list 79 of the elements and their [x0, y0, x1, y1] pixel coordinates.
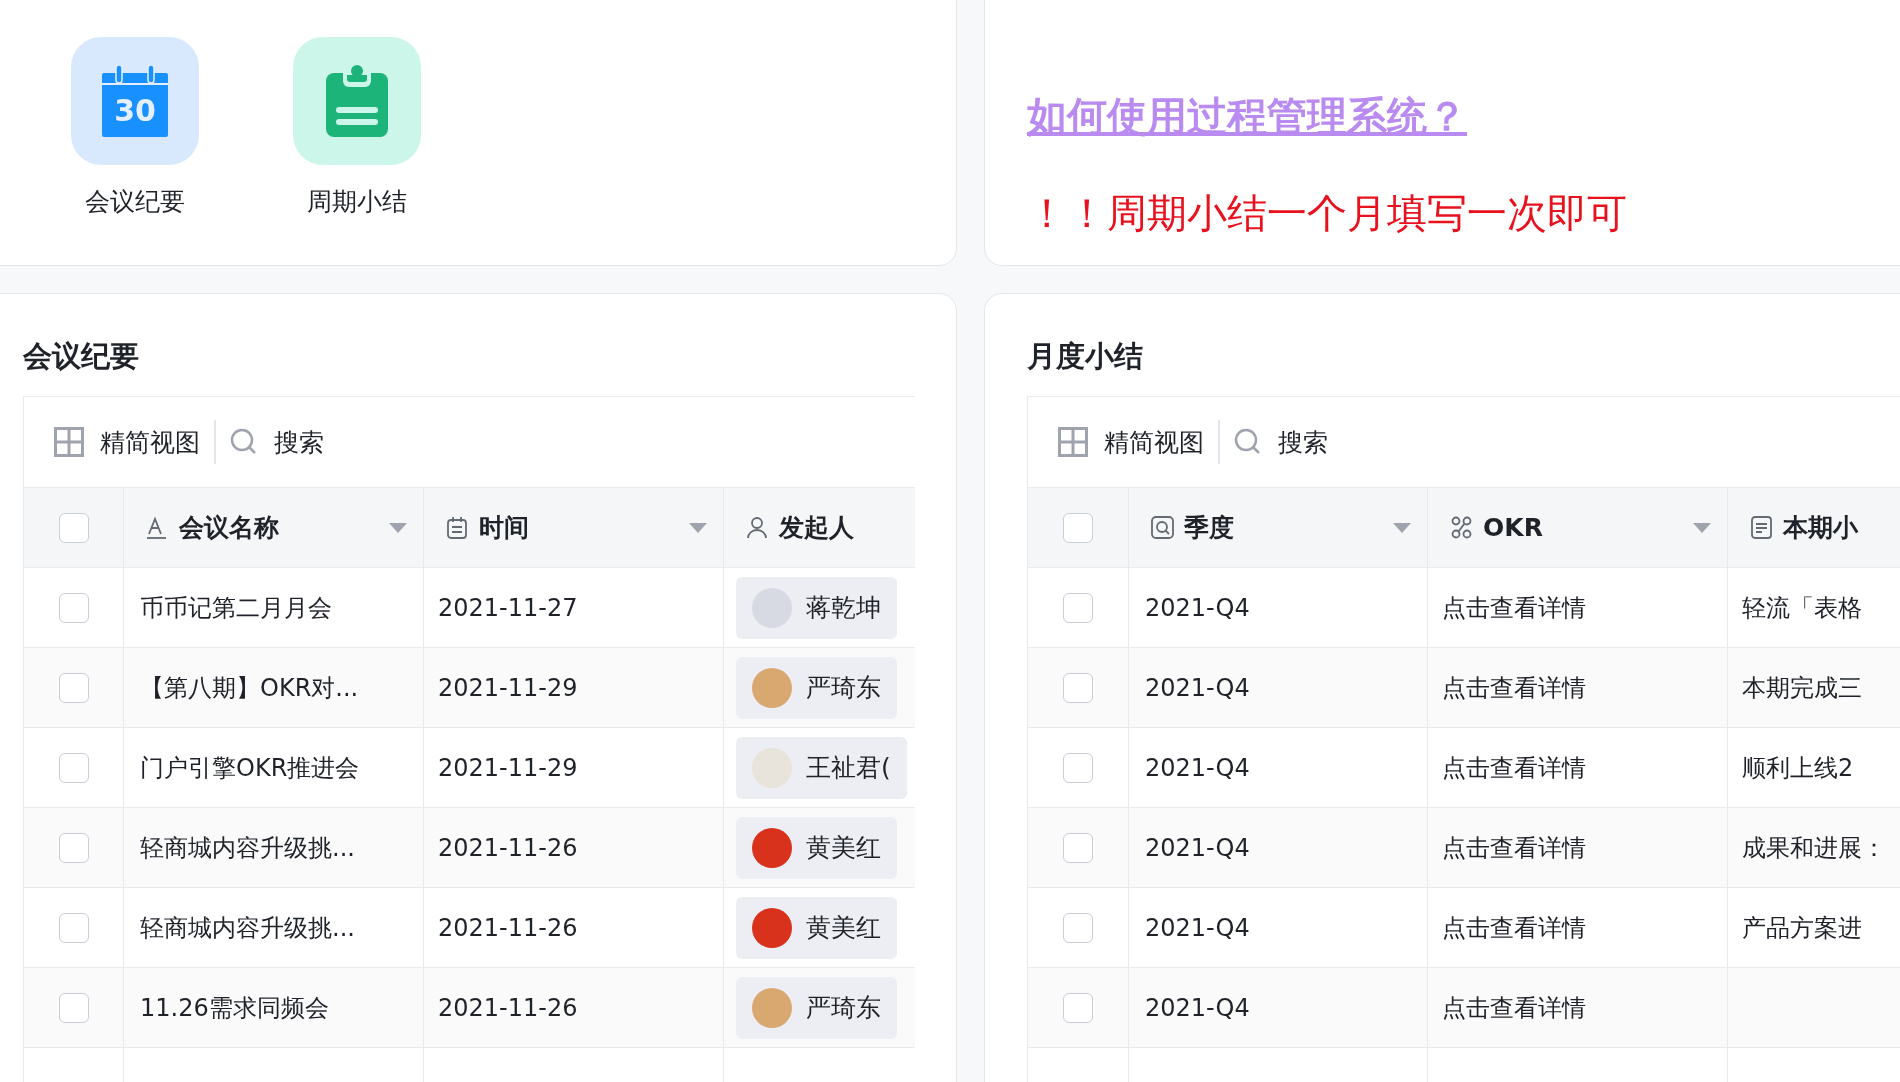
table-cell: 2021-Q4: [1145, 993, 1250, 1022]
checkbox[interactable]: [58, 752, 89, 783]
table-cell: 2021-Q4: [1145, 673, 1250, 702]
table-cell[interactable]: 点击查看详情: [1442, 591, 1586, 624]
table-cell-text: 门户引擎OKR推进会: [140, 752, 360, 784]
person-icon: [746, 516, 769, 539]
table-cell: 2021-11-29: [438, 753, 578, 782]
clipboard-icon: [326, 65, 388, 137]
table-cell[interactable]: 点击查看详情: [1442, 991, 1586, 1024]
link-nodes-icon: [1450, 516, 1473, 539]
grid-icon: [1058, 427, 1088, 457]
table-cell: 2021-11-29: [438, 673, 578, 702]
document-icon: [1750, 516, 1773, 539]
search-button[interactable]: 搜索: [1219, 425, 1342, 459]
checkbox[interactable]: [1063, 832, 1093, 863]
app-tile[interactable]: [293, 37, 421, 165]
checkbox[interactable]: [58, 592, 89, 623]
table-cell: 2021-11-27: [438, 593, 578, 622]
table-cell[interactable]: 点击查看详情: [1442, 671, 1586, 704]
checkbox[interactable]: [58, 912, 89, 943]
calendar-icon: [446, 516, 469, 539]
shortcut-label[interactable]: 会议纪要: [85, 185, 185, 218]
table-cell-text: 轻商城内容升级挑...: [140, 832, 355, 864]
table-cell-text: 轻流「表格: [1742, 592, 1862, 624]
search-button[interactable]: 搜索: [215, 425, 338, 459]
dropdown-icon: [1393, 522, 1411, 533]
column-header[interactable]: 会议名称: [124, 488, 424, 567]
column-header[interactable]: 时间: [424, 488, 724, 567]
table-cell: 2021-11-26: [438, 833, 578, 862]
dropdown-icon: [689, 522, 707, 533]
panel-title: 月度小结: [1027, 338, 1144, 375]
person-tag: 黄美红: [736, 816, 897, 879]
table-cell: 2021-Q4: [1145, 593, 1250, 622]
checkbox[interactable]: [1063, 672, 1093, 703]
search-icon: [229, 428, 258, 456]
table-cell: 2021-Q4: [1145, 753, 1250, 782]
table-cell: 2021-11-26: [438, 913, 578, 942]
table-cell-text: 【第八期】OKR对...: [140, 672, 359, 704]
column-header[interactable]: 季度: [1129, 488, 1428, 567]
checkbox[interactable]: [1063, 992, 1093, 1023]
checkbox[interactable]: [58, 832, 89, 863]
column-header[interactable]: 本期小: [1728, 488, 1900, 567]
panel-title: 会议纪要: [23, 338, 140, 375]
search-field-icon: [1151, 516, 1174, 539]
person-tag: 王祉君(: [736, 736, 907, 799]
text-field-icon: [146, 516, 169, 539]
view-button[interactable]: 精简视图: [40, 425, 214, 459]
alert-text: ！！周期小结一个月填写一次即可: [1027, 189, 1627, 238]
checkbox[interactable]: [58, 512, 89, 543]
view-button[interactable]: 精简视图: [1044, 425, 1218, 459]
checkbox[interactable]: [58, 672, 89, 703]
table-cell[interactable]: 点击查看详情: [1442, 911, 1586, 944]
table-cell-text: 轻商城内容升级挑...: [140, 912, 355, 944]
table-cell-text: 顺利上线2: [1742, 752, 1854, 784]
table-cell: 2021-Q4: [1145, 913, 1250, 942]
table-cell-text: 11.26需求同频会: [140, 992, 329, 1024]
grid-icon: [54, 427, 84, 457]
checkbox[interactable]: [1063, 592, 1093, 623]
table-cell[interactable]: 点击查看详情: [1442, 751, 1586, 784]
checkbox[interactable]: [58, 992, 89, 1023]
person-tag: 严琦东: [736, 976, 897, 1039]
checkbox[interactable]: [1063, 912, 1093, 943]
search-icon: [1233, 428, 1262, 456]
person-tag: 严琦东: [736, 656, 897, 719]
person-tag: 蒋乾坤: [736, 576, 897, 639]
table-cell-text: 币币记第二月月会: [140, 592, 332, 624]
table-cell-text: 产品方案进: [1742, 912, 1862, 944]
table-cell-text: 成果和进展：: [1742, 832, 1886, 864]
table-cell[interactable]: 点击查看详情: [1442, 831, 1586, 864]
table-cell: 2021-11-26: [438, 993, 578, 1022]
checkbox[interactable]: [1063, 512, 1093, 543]
table-cell-text: 本期完成三: [1742, 672, 1862, 704]
dropdown-icon: [1693, 522, 1711, 533]
dropdown-icon: [389, 522, 407, 533]
person-tag: 黄美红: [736, 896, 897, 959]
checkbox[interactable]: [1063, 752, 1093, 783]
shortcut-label[interactable]: 周期小结: [307, 185, 407, 218]
column-header[interactable]: OKR: [1428, 488, 1728, 567]
table-cell: 2021-Q4: [1145, 833, 1250, 862]
